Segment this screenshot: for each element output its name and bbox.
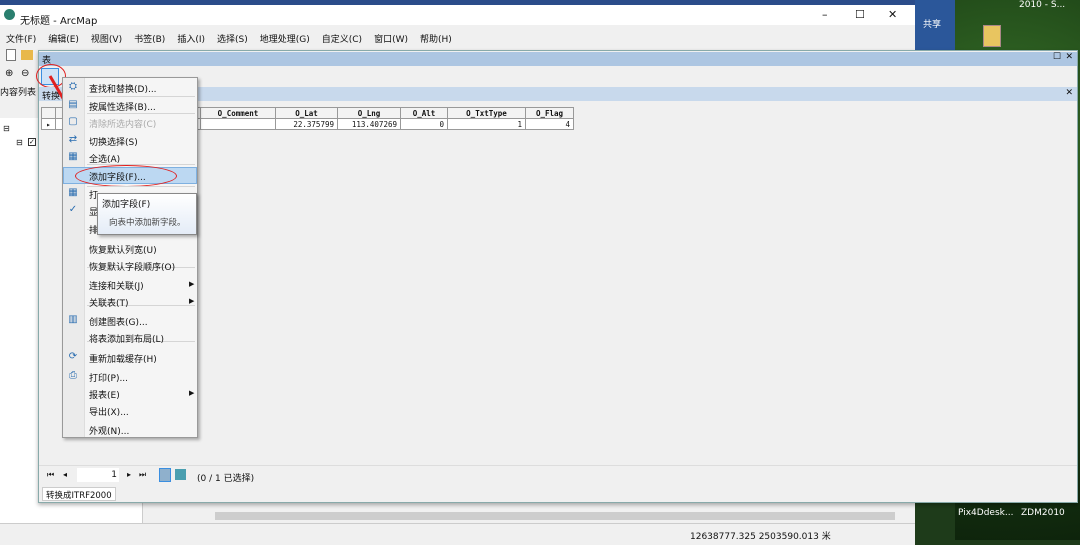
printer-icon: ⎙ (69, 370, 77, 381)
refresh-icon: ⟳ (68, 351, 78, 362)
column-header[interactable]: O_Flag (525, 107, 574, 119)
submenu-arrow-icon: ▶ (189, 280, 195, 288)
prev-record-button[interactable]: ◂ (63, 470, 67, 479)
coordinate-readout: 12638777.325 2503590.013 米 (690, 532, 831, 542)
table-maximize-button[interactable]: ☐ (1053, 52, 1061, 62)
record-number-input[interactable]: 1 (77, 468, 119, 482)
open-folder-icon[interactable] (21, 50, 33, 60)
menu-item[interactable]: 连接和关联(J) (89, 279, 144, 292)
menu-insert[interactable]: 插入(I) (171, 29, 211, 47)
menu-help[interactable]: 帮助(H) (414, 29, 458, 47)
show-all-records-button[interactable] (159, 468, 171, 482)
new-document-icon[interactable] (6, 49, 16, 61)
toc-label: 内容列表 (0, 88, 37, 98)
clear-selection-icon: ▢ (68, 116, 78, 127)
column-header[interactable]: O_Comment (200, 107, 276, 119)
menu-item: 清除所选内容(C) (89, 120, 157, 130)
menu-item[interactable]: 重新加载缓存(H) (89, 352, 157, 365)
table-cell[interactable]: 1 (447, 118, 526, 130)
switch-selection-icon: ⇄ (68, 134, 78, 145)
table-title-bar: 表 ☐ ✕ (39, 52, 1077, 66)
select-by-attributes-icon: ▤ (68, 99, 78, 110)
chart-icon: ▥ (68, 314, 78, 325)
menu-file[interactable]: 文件(F) (0, 29, 42, 47)
zoom-out-icon[interactable]: ⊖ (21, 68, 29, 79)
menu-bar: 文件(F) 编辑(E) 视图(V) 书签(B) 插入(I) 选择(S) 地理处理… (0, 29, 458, 47)
menu-item[interactable]: 按属性选择(B)... (89, 100, 156, 113)
menu-windows[interactable]: 窗口(W) (368, 29, 414, 47)
desktop-label: 2010 - S... (1019, 0, 1066, 10)
zoom-in-icon[interactable]: ⊕ (5, 68, 13, 79)
map-scroll-strip (145, 510, 915, 522)
menu-bookmarks[interactable]: 书签(B) (128, 29, 171, 47)
expand-icon[interactable]: ⊟ (3, 124, 10, 133)
first-record-button[interactable]: ⏮ (47, 470, 54, 480)
table-cell[interactable]: 113.407269 (337, 118, 401, 130)
check-icon: ✓ (68, 204, 78, 215)
menu-item[interactable]: 恢复默认字段顺序(O) (89, 260, 175, 273)
title-bar: 无标题 - ArcMap – ☐ ✕ (0, 5, 915, 27)
column-header[interactable]: O_Lng (337, 107, 401, 119)
layer-checkbox[interactable]: ✓ (28, 138, 36, 146)
window-title: 无标题 - ArcMap (20, 16, 98, 27)
tooltip-description: 向表中添加新字段。 (109, 218, 186, 228)
table-cell[interactable]: 22.375799 (275, 118, 338, 130)
menu-item[interactable]: 外观(N)... (89, 424, 129, 437)
taskbar-item-zdm[interactable]: ZDM2010 (1021, 508, 1065, 518)
table-tab-itrf2000[interactable]: 转换成ITRF2000 (42, 487, 116, 501)
menu-separator (87, 113, 195, 114)
table-cell[interactable]: 0 (400, 118, 448, 130)
maximize-button[interactable]: ☐ (855, 8, 865, 21)
close-button[interactable]: ✕ (888, 8, 897, 21)
share-button[interactable]: 共享 (923, 17, 941, 30)
submenu-arrow-icon: ▶ (189, 297, 195, 305)
menu-gutter (63, 78, 85, 437)
show-selected-records-button[interactable] (175, 469, 186, 480)
menu-item[interactable]: 切换选择(S) (89, 135, 138, 148)
binoculars-icon: ⛭ (69, 81, 77, 92)
tooltip-title: 添加字段(F) (102, 200, 151, 210)
column-header[interactable]: O_Lat (275, 107, 338, 119)
table-close-button[interactable]: ✕ (1065, 52, 1073, 62)
table-cell[interactable] (200, 118, 276, 130)
column-header[interactable]: O_TxtType (447, 107, 526, 119)
expand-icon[interactable]: ⊟ (16, 138, 23, 147)
menu-customize[interactable]: 自定义(C) (316, 29, 368, 47)
table-nav-bar: ⏮ ◂ 1 ▸ ⏭ (0 / 1 已选择) (39, 465, 1077, 485)
column-header[interactable]: O_Alt (400, 107, 448, 119)
menu-item[interactable]: 关联表(T) (89, 296, 129, 309)
taskbar-item-pix4d[interactable]: Pix4Ddesk... (958, 508, 1013, 518)
menu-separator (87, 96, 195, 97)
status-bar: 12638777.325 2503590.013 米 (0, 523, 915, 545)
menu-item[interactable]: 添加字段(F)... (89, 170, 146, 183)
menu-item[interactable]: 报表(E) (89, 388, 120, 401)
menu-item[interactable]: 恢复默认列宽(U) (89, 243, 157, 256)
tooltip: 添加字段(F) 向表中添加新字段。 (97, 193, 197, 235)
tab-close-button[interactable]: ✕ (1065, 88, 1073, 98)
menu-item[interactable]: 全选(A) (89, 152, 120, 165)
menu-item[interactable]: 导出(X)... (89, 405, 129, 418)
horizontal-scrollbar[interactable] (215, 512, 895, 520)
folder-icon[interactable] (983, 25, 1001, 47)
menu-geoprocessing[interactable]: 地理处理(G) (254, 29, 316, 47)
menu-item[interactable]: 打印(P)... (89, 371, 128, 384)
table-options-menu: 查找和替换(D)... ⛭ 按属性选择(B)... ▤ 清除所选内容(C) ▢ 切换选择(S… (62, 77, 198, 438)
menu-selection[interactable]: 选择(S) (211, 29, 254, 47)
menu-item[interactable]: 将表添加到布局(L) (89, 332, 164, 345)
next-record-button[interactable]: ▸ (127, 470, 131, 479)
table-icon: ▦ (68, 187, 78, 198)
last-record-button[interactable]: ⏭ (139, 470, 146, 480)
menu-edit[interactable]: 编辑(E) (42, 29, 85, 47)
submenu-arrow-icon: ▶ (189, 389, 195, 397)
menu-view[interactable]: 视图(V) (85, 29, 128, 47)
selection-count: (0 / 1 已选择) (197, 474, 255, 484)
menu-separator (87, 186, 195, 187)
minimize-button[interactable]: – (822, 8, 828, 21)
menu-item[interactable]: 创建图表(G)... (89, 315, 148, 328)
select-all-icon: ▦ (68, 151, 78, 162)
menu-item[interactable]: 查找和替换(D)... (89, 82, 157, 95)
word-window-fragment: 共享 (915, 0, 955, 50)
table-cell[interactable]: 4 (525, 118, 574, 130)
arcmap-logo-icon (4, 9, 15, 20)
